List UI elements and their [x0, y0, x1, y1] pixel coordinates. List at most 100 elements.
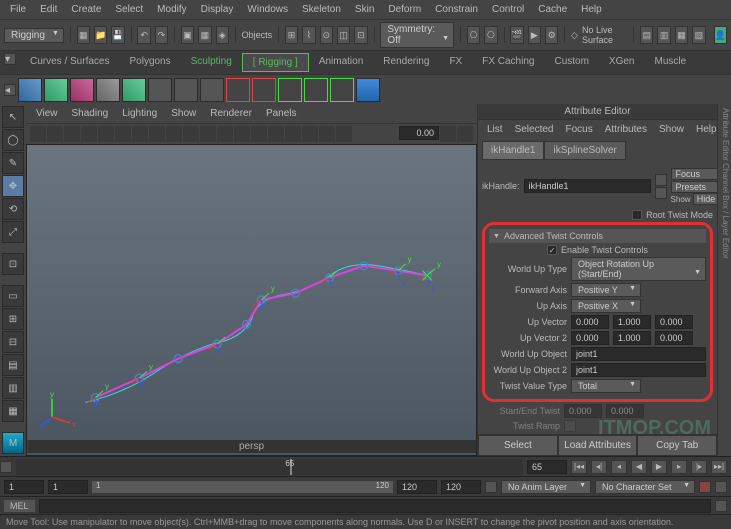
time-slider[interactable]: 65 |◂◂ ◂| ◂ ◀ ▶ ▸ |▸ ▸▸|: [0, 456, 731, 476]
ikhandle-field[interactable]: [524, 179, 651, 193]
menu-select[interactable]: Select: [109, 2, 149, 17]
select-mode2-icon[interactable]: ▦: [198, 26, 211, 44]
menu-create[interactable]: Create: [65, 2, 107, 17]
module-dropdown[interactable]: Rigging: [4, 28, 64, 43]
render-settings-icon[interactable]: ⚙: [545, 26, 558, 44]
vp-xray-icon[interactable]: [319, 126, 335, 142]
range-menu-icon[interactable]: [485, 481, 497, 493]
vp-smooth-icon[interactable]: [234, 126, 250, 142]
timeline-menu-icon[interactable]: [0, 461, 12, 473]
menu-edit[interactable]: Edit: [34, 2, 63, 17]
layout-graph-icon[interactable]: ▦: [2, 400, 24, 422]
shelf-nav-icon[interactable]: ◂: [4, 84, 16, 96]
vp-select-cam-icon[interactable]: [30, 126, 46, 142]
view-menu-panels[interactable]: Panels: [260, 106, 303, 121]
shelf-tab-fxcaching[interactable]: FX Caching: [472, 53, 544, 72]
current-frame-field[interactable]: [527, 460, 567, 474]
up-vector-x[interactable]: [571, 315, 609, 329]
shelf-paintweights-icon[interactable]: [96, 78, 120, 102]
focus-up-icon[interactable]: [655, 174, 667, 186]
shelf-tab-polygons[interactable]: Polygons: [119, 53, 180, 72]
account-icon[interactable]: 👤: [714, 26, 727, 44]
world-up-obj-field[interactable]: [571, 347, 706, 361]
attr-menu-selected[interactable]: Selected: [510, 122, 559, 137]
right-dock-strip[interactable]: Attribute Editor Channel Box / Layer Edi…: [717, 104, 731, 456]
view-menu-renderer[interactable]: Renderer: [204, 106, 258, 121]
ipr-icon[interactable]: ▶: [528, 26, 541, 44]
char-set-dropdown[interactable]: No Character Set: [595, 480, 695, 494]
layout-four-icon[interactable]: ⊞: [2, 308, 24, 330]
menu-constrain[interactable]: Constrain: [429, 2, 484, 17]
shelf-blendshape-icon[interactable]: [174, 78, 198, 102]
menu-file[interactable]: File: [4, 2, 32, 17]
prefs-icon[interactable]: [715, 481, 727, 493]
up-vector-y[interactable]: [613, 315, 651, 329]
shelf-humanik-icon[interactable]: [356, 78, 380, 102]
redo-icon[interactable]: ↷: [155, 26, 168, 44]
construction-hist2-icon[interactable]: ⎔: [484, 26, 497, 44]
step-fwd-key-icon[interactable]: |▸: [691, 460, 707, 474]
layout-single-icon[interactable]: ▭: [2, 285, 24, 307]
layout-persp-icon[interactable]: ▥: [2, 377, 24, 399]
toggle-panel4-icon[interactable]: ▧: [692, 26, 705, 44]
menu-modify[interactable]: Modify: [151, 2, 192, 17]
anim-end-field[interactable]: [441, 480, 481, 494]
presets-button[interactable]: Presets: [671, 181, 717, 193]
range-start-field[interactable]: [48, 480, 88, 494]
snap-view-icon[interactable]: ⊡: [354, 26, 367, 44]
vp-gate-mask-icon[interactable]: [149, 126, 165, 142]
shelf-tab-muscle[interactable]: Muscle: [645, 53, 697, 72]
autokey-icon[interactable]: [699, 481, 711, 493]
world-up-type-dropdown[interactable]: Object Rotation Up (Start/End): [571, 257, 706, 281]
shelf-lattice-icon[interactable]: [122, 78, 146, 102]
vp-grid-icon[interactable]: [98, 126, 114, 142]
save-scene-icon[interactable]: 💾: [111, 26, 124, 44]
focus-button[interactable]: Focus: [671, 168, 717, 180]
attr-menu-show[interactable]: Show: [654, 122, 689, 137]
step-back-key-icon[interactable]: ◂|: [591, 460, 607, 474]
world-up-obj2-field[interactable]: [571, 363, 706, 377]
toggle-panel3-icon[interactable]: ▦: [675, 26, 688, 44]
menu-display[interactable]: Display: [195, 2, 240, 17]
range-end-field[interactable]: [397, 480, 437, 494]
anim-layer-dropdown[interactable]: No Anim Layer: [501, 480, 591, 494]
shelf-mirror-icon[interactable]: [200, 78, 224, 102]
play-back-icon[interactable]: ◀: [631, 460, 647, 474]
play-fwd-icon[interactable]: ▶: [651, 460, 667, 474]
up-vector-z[interactable]: [655, 315, 693, 329]
shelf-constraint5-icon[interactable]: [330, 78, 354, 102]
layout-two-icon[interactable]: ⊟: [2, 331, 24, 353]
go-end-icon[interactable]: ▸▸|: [711, 460, 727, 474]
adv-twist-header[interactable]: Advanced Twist Controls: [489, 229, 706, 243]
paint-select-tool[interactable]: ✎: [2, 152, 24, 174]
root-twist-checkbox[interactable]: [632, 210, 642, 220]
vp-2d-pan-icon[interactable]: [81, 126, 97, 142]
attr-menu-attributes[interactable]: Attributes: [600, 122, 652, 137]
vp-textured-icon[interactable]: [251, 126, 267, 142]
shelf-constraint4-icon[interactable]: [304, 78, 328, 102]
shelf-bindskin-icon[interactable]: [70, 78, 94, 102]
shelf-ikhandle-icon[interactable]: [44, 78, 68, 102]
up-vector2-y[interactable]: [613, 331, 651, 345]
load-attributes-button[interactable]: Load Attributes: [558, 435, 638, 456]
view-menu-lighting[interactable]: Lighting: [116, 106, 163, 121]
shelf-tab-xgen[interactable]: XGen: [599, 53, 645, 72]
select-mode3-icon[interactable]: ◈: [216, 26, 229, 44]
view-menu-view[interactable]: View: [30, 106, 64, 121]
vp-res-gate-icon[interactable]: [132, 126, 148, 142]
copy-tab-button[interactable]: Copy Tab: [637, 435, 717, 456]
view-menu-shading[interactable]: Shading: [66, 106, 115, 121]
menu-control[interactable]: Control: [486, 2, 530, 17]
vp-image-plane-icon[interactable]: [64, 126, 80, 142]
rotate-tool[interactable]: ⟲: [2, 198, 24, 220]
up-vector2-x[interactable]: [571, 331, 609, 345]
vp-film-gate-icon[interactable]: [115, 126, 131, 142]
last-tool[interactable]: ⊡: [2, 253, 24, 275]
vp-safe-title-icon[interactable]: [200, 126, 216, 142]
menu-help[interactable]: Help: [575, 2, 608, 17]
snap-plane-icon[interactable]: ◫: [337, 26, 350, 44]
scale-tool[interactable]: ⤢: [2, 221, 24, 243]
undo-icon[interactable]: ↶: [137, 26, 150, 44]
vp-field-chart-icon[interactable]: [166, 126, 182, 142]
shelf-tab-curves[interactable]: Curves / Surfaces: [20, 53, 119, 72]
